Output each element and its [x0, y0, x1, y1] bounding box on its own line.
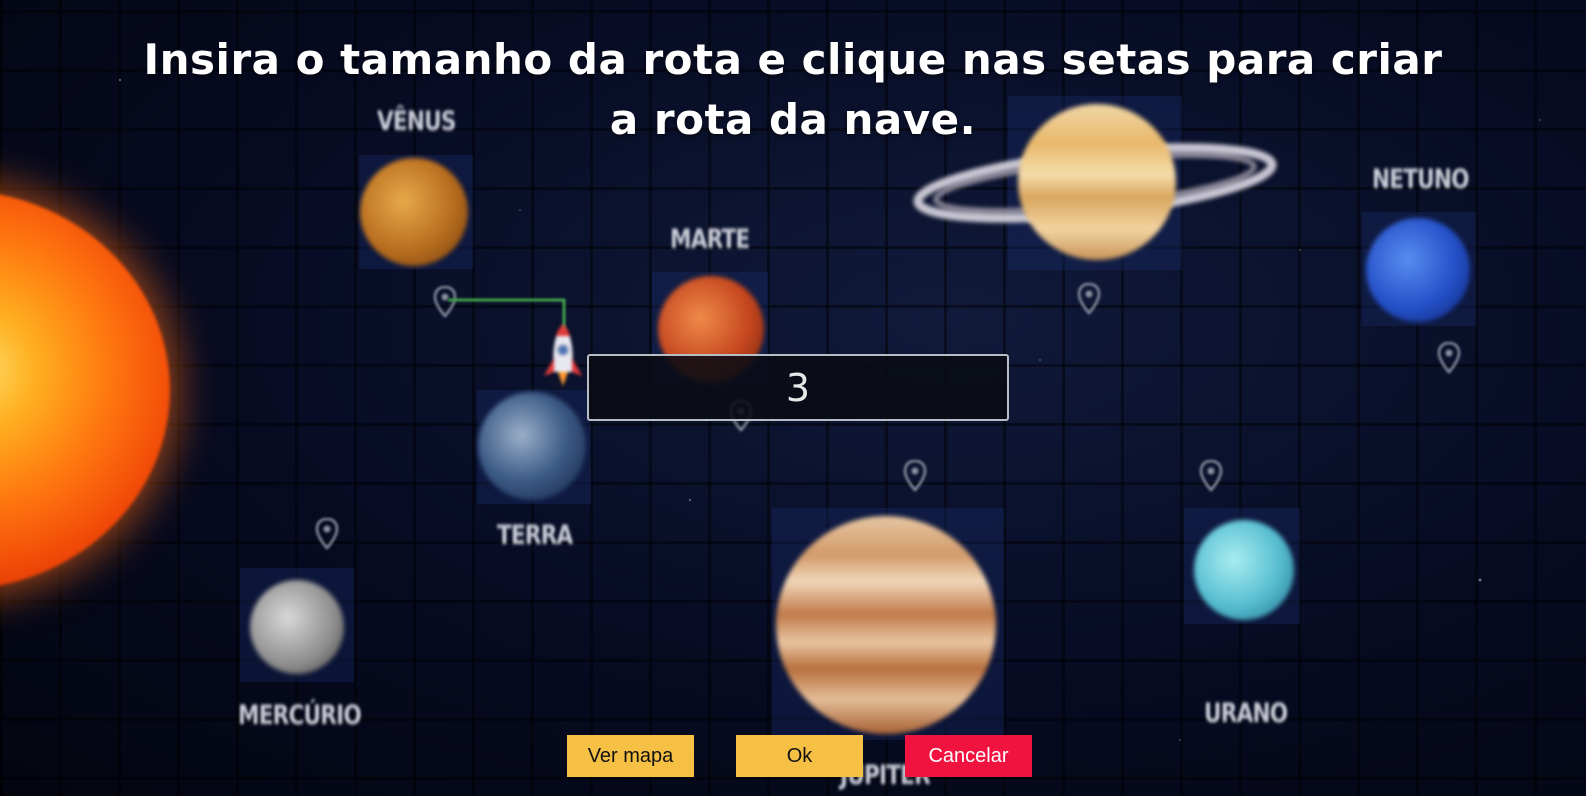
ok-button[interactable]: Ok — [736, 735, 863, 777]
cancel-button[interactable]: Cancelar — [905, 735, 1032, 777]
venus-planet — [360, 158, 468, 266]
neptune-planet — [1366, 218, 1470, 322]
jupiter-pin-icon — [903, 459, 927, 492]
rocket-icon — [544, 324, 582, 386]
mars-label: MARTE — [670, 224, 750, 255]
earth-planet — [478, 392, 586, 500]
mercury-label: MERCÚRIO — [238, 700, 362, 731]
instruction-title: Insira o tamanho da rota e clique nas se… — [0, 30, 1586, 150]
neptune-pin-icon — [1437, 341, 1461, 374]
uranus-planet — [1194, 520, 1294, 620]
instruction-line-2: a rota da nave. — [609, 95, 977, 144]
route-size-input[interactable] — [587, 354, 1009, 421]
earth-label: TERRA — [497, 520, 573, 551]
neptune-label: NETUNO — [1372, 164, 1470, 195]
jupiter-planet — [776, 516, 996, 734]
mercury-planet — [250, 580, 344, 674]
instruction-line-1: Insira o tamanho da rota e clique nas se… — [143, 35, 1443, 84]
uranus-label: URANO — [1204, 698, 1288, 729]
view-map-button[interactable]: Ver mapa — [567, 735, 694, 777]
saturn-pin-icon — [1077, 282, 1101, 315]
mercury-pin-icon — [315, 517, 339, 550]
uranus-pin-icon — [1199, 459, 1223, 492]
